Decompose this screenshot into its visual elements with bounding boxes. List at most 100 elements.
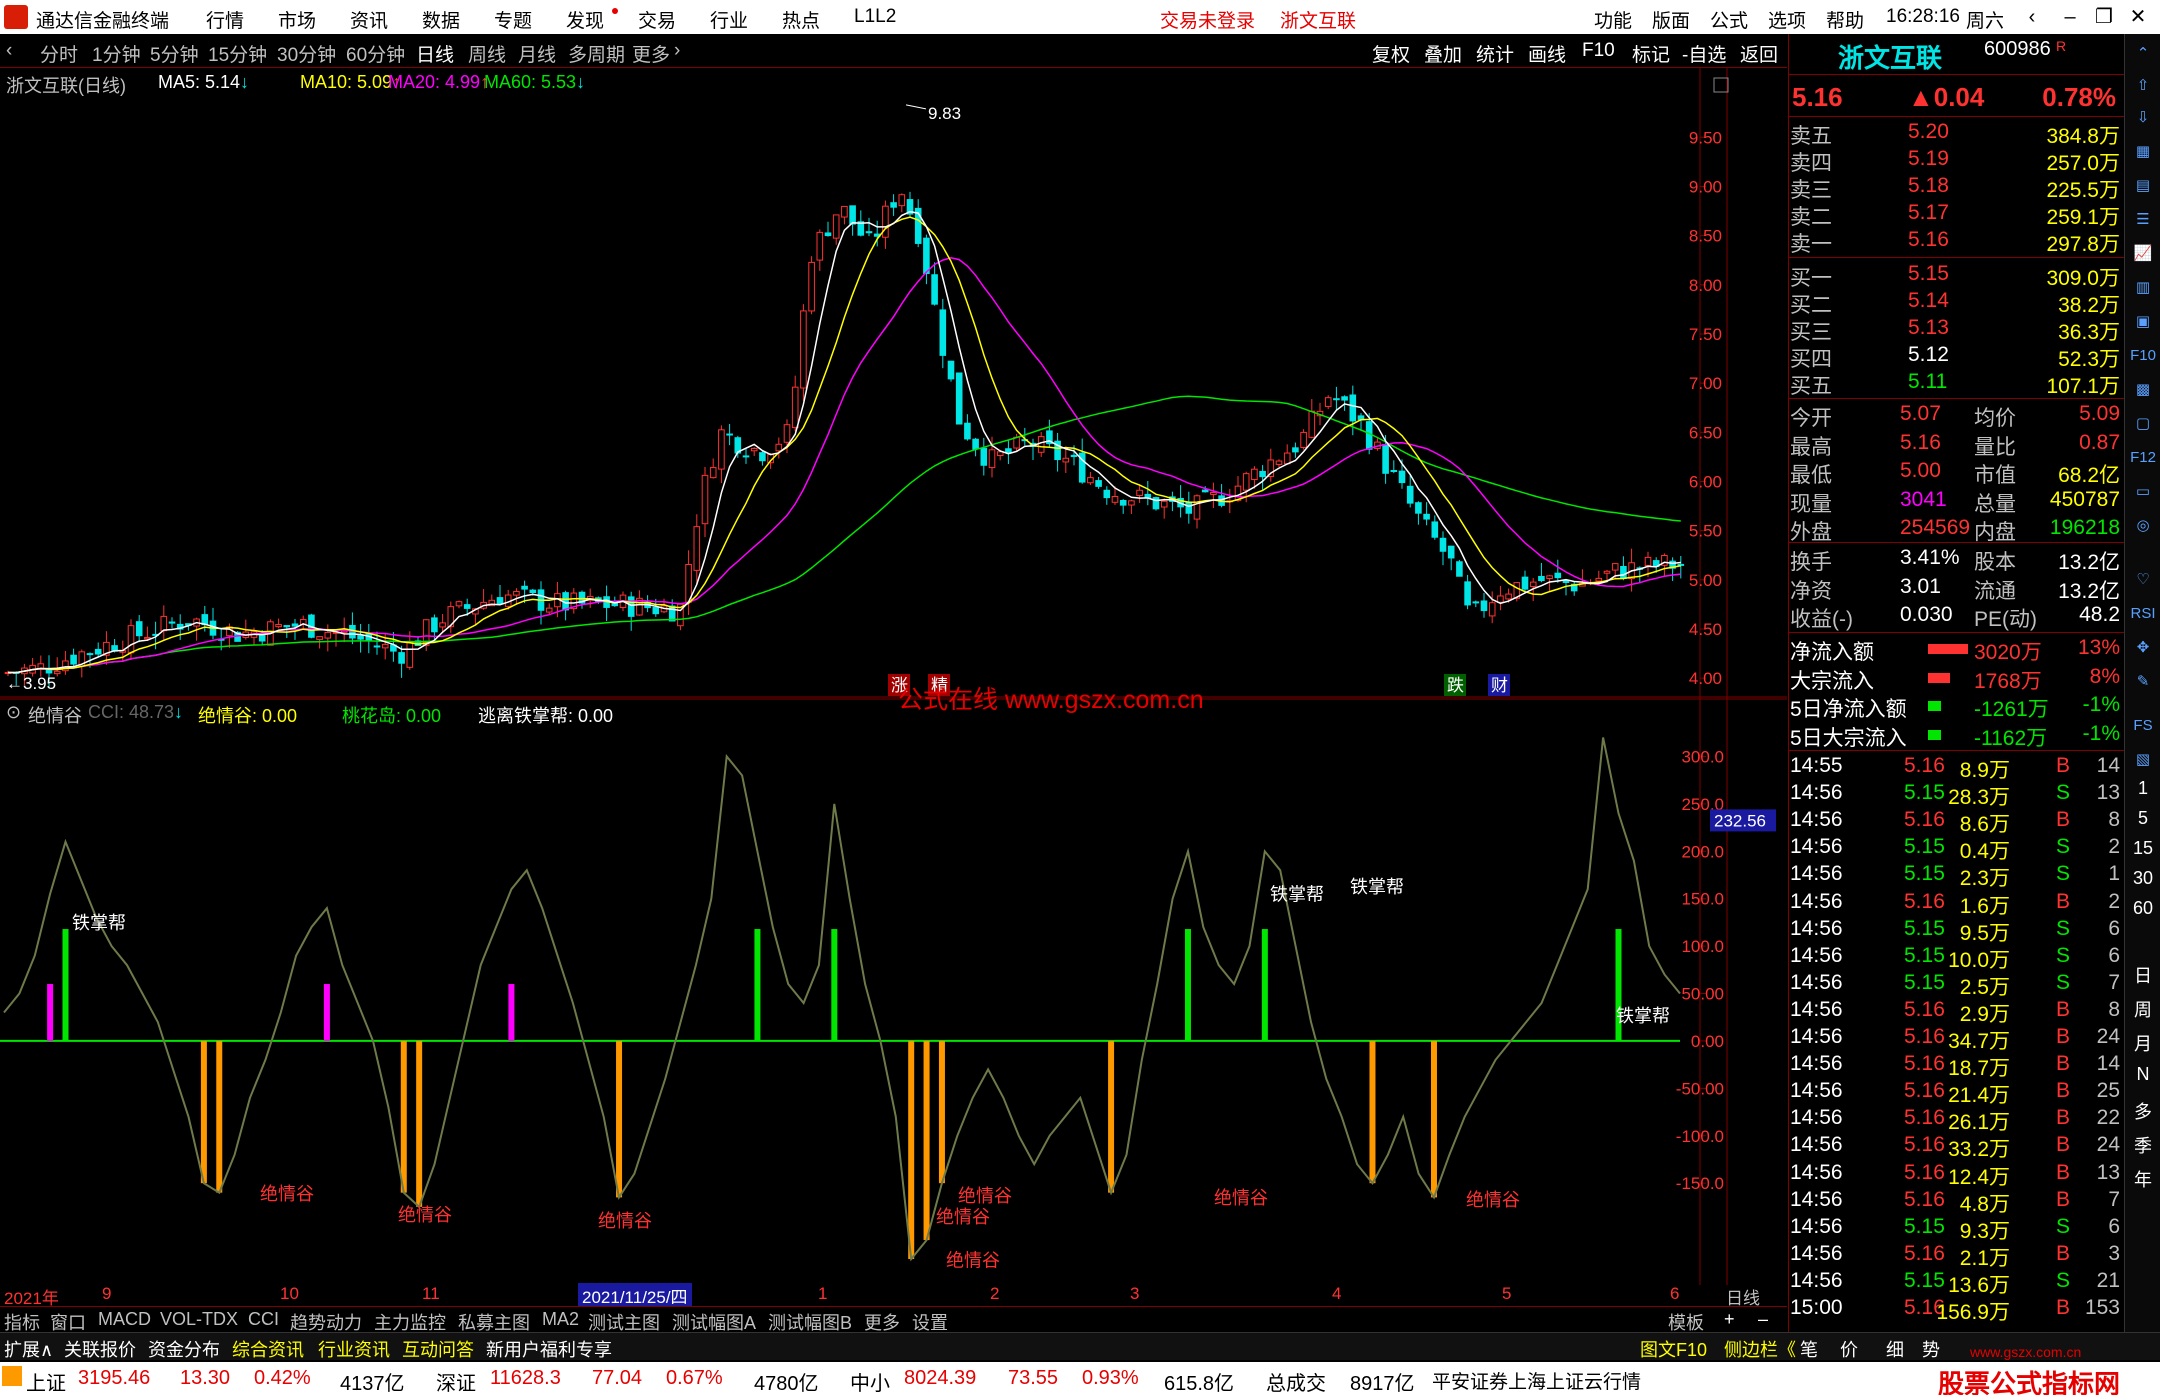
tab-related-quote[interactable]: 关联报价	[64, 1336, 136, 1362]
menu-quotes[interactable]: 行情	[206, 6, 244, 33]
table-icon[interactable]: ▤	[2129, 174, 2157, 198]
tab-ma2[interactable]: MA2	[542, 1309, 579, 1330]
period-tab-weekly[interactable]: 周线	[468, 40, 506, 67]
period-tab-more[interactable]: 更多	[632, 40, 670, 67]
period-5min[interactable]: 5	[2125, 808, 2160, 829]
report-icon[interactable]: ▢	[2129, 412, 2157, 436]
period-month[interactable]: 月	[2125, 1030, 2160, 1056]
stats-button[interactable]: 统计	[1476, 40, 1514, 67]
tab-trend[interactable]: 势	[1922, 1336, 1940, 1362]
period-tab-multi[interactable]: 多周期	[568, 40, 625, 67]
tab-expand[interactable]: 扩展∧	[4, 1336, 53, 1362]
f10-button[interactable]: F10	[1582, 40, 1615, 62]
period-quarter[interactable]: 季	[2125, 1132, 2160, 1158]
chevron-left-icon[interactable]: ‹	[2014, 3, 2050, 31]
pen-icon[interactable]: ✎	[2129, 670, 2157, 694]
period-tab-15min[interactable]: 15分钟	[208, 40, 267, 67]
grid-icon[interactable]: ▦	[2129, 140, 2157, 164]
menu-l1l2[interactable]: L1L2	[854, 6, 896, 28]
tick-row: 14:56 5.16 18.7万 B 14	[1788, 1052, 2124, 1080]
list-icon[interactable]: ☰	[2129, 208, 2157, 232]
news-icon[interactable]: ▭	[2129, 480, 2157, 504]
sh-index-name[interactable]: 上证	[26, 1367, 66, 1395]
draw-line-button[interactable]: 画线	[1528, 40, 1566, 67]
tab-ticks[interactable]: 笔	[1800, 1336, 1818, 1362]
menu-hotspot[interactable]: 热点	[782, 6, 820, 33]
gear-icon[interactable]: ⊙	[6, 702, 21, 723]
sidebar-toggle-button[interactable]: 侧边栏《	[1724, 1336, 1796, 1362]
zx-index-name[interactable]: 中小	[850, 1367, 890, 1395]
menu-data[interactable]: 数据	[422, 6, 460, 33]
fs-icon[interactable]: FS	[2129, 714, 2157, 738]
chevron-left-icon[interactable]: ‹	[6, 40, 12, 62]
period-60min[interactable]: 60	[2125, 898, 2160, 919]
menu-formula[interactable]: 公式	[1710, 6, 1748, 33]
menu-discover[interactable]: 发现	[566, 6, 604, 33]
period-tab-5min[interactable]: 5分钟	[150, 40, 199, 67]
minimize-icon[interactable]: –	[2052, 3, 2088, 31]
f12-icon[interactable]: F12	[2129, 446, 2157, 470]
line-chart-icon[interactable]: 📈	[2129, 242, 2157, 266]
menu-help[interactable]: 帮助	[1826, 6, 1864, 33]
tab-cci[interactable]: CCI	[248, 1309, 279, 1330]
tab-macd[interactable]: MACD	[98, 1309, 151, 1330]
period-n[interactable]: N	[2125, 1064, 2160, 1085]
chevron-up-icon[interactable]: ⌃	[2129, 42, 2157, 66]
period-1min[interactable]: 1	[2125, 778, 2160, 799]
f10-icon[interactable]: F10	[2129, 344, 2157, 368]
period-tab-30min[interactable]: 30分钟	[277, 40, 336, 67]
period-tab-monthly[interactable]: 月线	[518, 40, 556, 67]
period-tab-1min[interactable]: 1分钟	[92, 40, 141, 67]
period-15min[interactable]: 15	[2125, 838, 2160, 859]
menu-industry[interactable]: 行业	[710, 6, 748, 33]
rsi-icon[interactable]: RSI	[2129, 602, 2157, 626]
menu-news[interactable]: 资讯	[350, 6, 388, 33]
f10-graphic-button[interactable]: 图文F10	[1640, 1336, 1707, 1362]
plus-icon[interactable]: +	[1724, 1309, 1735, 1330]
candlestick-chart[interactable]: 9.50 9.00 8.50 8.00 7.50 7.00 6.50 6.00 5.50 5.00…	[0, 68, 1787, 698]
menu-topics[interactable]: 专题	[494, 6, 532, 33]
heart-icon[interactable]: ♡	[2129, 568, 2157, 592]
index-toggle-icon[interactable]	[2, 1366, 22, 1386]
login-status[interactable]: 交易未登录	[1160, 6, 1255, 33]
mark-button[interactable]: 标记	[1632, 40, 1670, 67]
arrow-down-icon[interactable]: ⇩	[2129, 106, 2157, 130]
tab-vol-tdx[interactable]: VOL-TDX	[160, 1309, 238, 1330]
move-icon[interactable]: ✥	[2129, 636, 2157, 660]
tab-general-news[interactable]: 综合资讯	[232, 1336, 304, 1362]
back-button[interactable]: 返回	[1740, 40, 1778, 67]
cci-indicator-chart[interactable]: 300.0 250.0 200.0 150.0 100.0 50.00 0.00 -50.00…	[0, 698, 1787, 1285]
tab-detail[interactable]: 细	[1886, 1336, 1904, 1362]
overlay-button[interactable]: 叠加	[1424, 40, 1462, 67]
close-icon[interactable]: ✕	[2120, 3, 2156, 31]
menu-options[interactable]: 选项	[1768, 6, 1806, 33]
menu-market[interactable]: 市场	[278, 6, 316, 33]
sz-index-name[interactable]: 深证	[436, 1367, 476, 1395]
doc-icon[interactable]: ▣	[2129, 310, 2157, 334]
minus-icon[interactable]: –	[1758, 1309, 1768, 1330]
tab-price[interactable]: 价	[1840, 1336, 1858, 1362]
menu-trade[interactable]: 交易	[638, 6, 676, 33]
arrow-up-icon[interactable]: ⇧	[2129, 74, 2157, 98]
tab-qa[interactable]: 互动问答	[402, 1336, 474, 1362]
tab-new-user-benefits[interactable]: 新用户福利专享	[486, 1336, 612, 1362]
tab-industry-news[interactable]: 行业资讯	[318, 1336, 390, 1362]
period-tab-60min[interactable]: 60分钟	[346, 40, 405, 67]
period-day[interactable]: 日	[2125, 962, 2160, 988]
candle-icon[interactable]: ▥	[2129, 276, 2157, 300]
bar-chart-icon[interactable]: ▩	[2129, 378, 2157, 402]
menu-layout[interactable]: 版面	[1652, 6, 1690, 33]
restore-icon[interactable]: ❐	[2086, 3, 2122, 31]
chart-icon[interactable]: ▧	[2129, 748, 2157, 772]
remove-watchlist-button[interactable]: -自选	[1682, 40, 1726, 67]
period-week[interactable]: 周	[2125, 996, 2160, 1022]
period-30min[interactable]: 30	[2125, 868, 2160, 889]
period-multi[interactable]: 多	[2125, 1098, 2160, 1124]
tab-fund-distribution[interactable]: 资金分布	[148, 1336, 220, 1362]
menu-function[interactable]: 功能	[1594, 6, 1632, 33]
period-year[interactable]: 年	[2125, 1166, 2160, 1192]
adjust-button[interactable]: 复权	[1372, 40, 1410, 67]
circle-icon[interactable]: ◎	[2129, 514, 2157, 538]
period-tab-daily[interactable]: 日线	[416, 40, 454, 67]
period-tab-intraday[interactable]: 分时	[40, 40, 78, 67]
